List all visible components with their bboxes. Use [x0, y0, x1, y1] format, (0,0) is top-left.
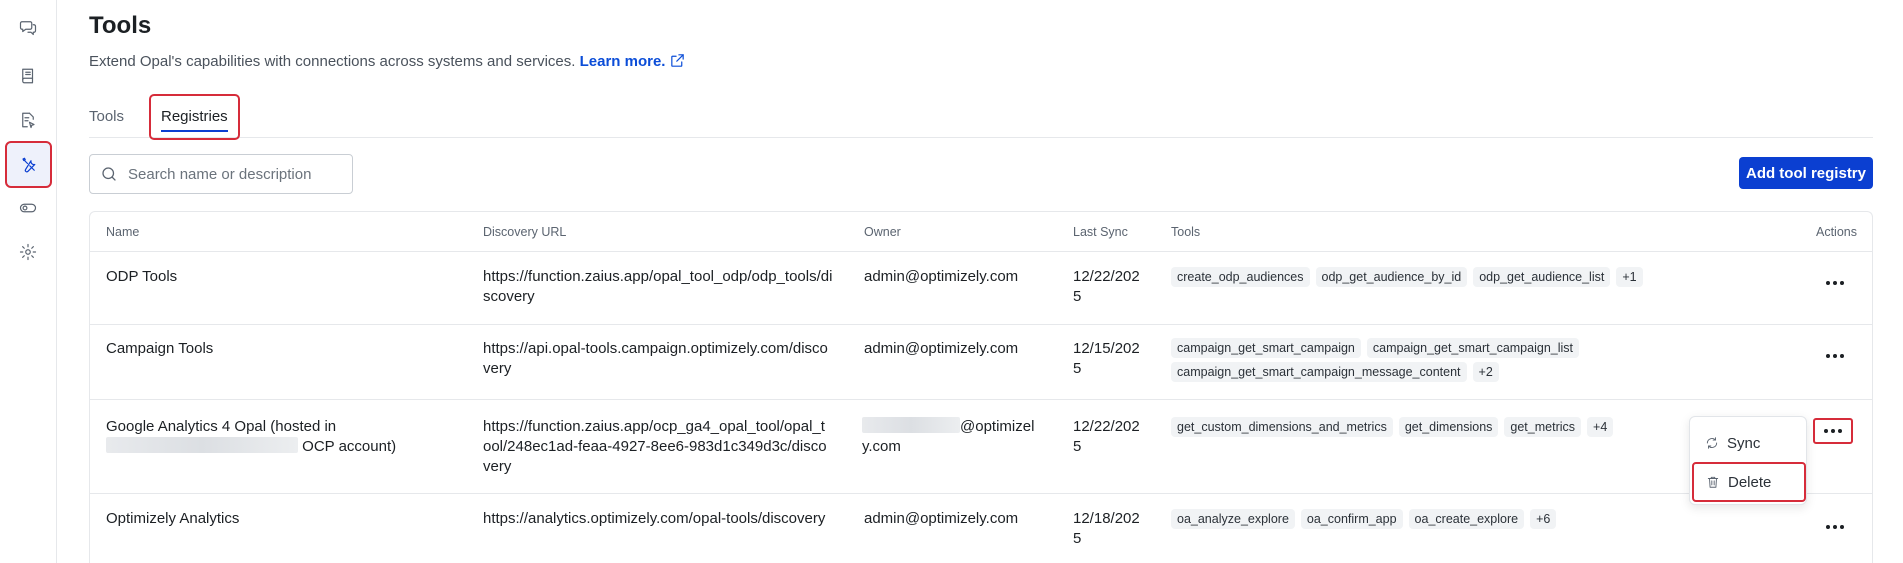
tool-chip: campaign_get_smart_campaign_message_cont…	[1171, 362, 1467, 382]
row-name: ODP Tools	[106, 268, 178, 285]
rail-item-settings[interactable]	[10, 235, 46, 269]
tab-registries-label: Registries	[161, 108, 228, 125]
menu-item-delete[interactable]: Delete	[1692, 462, 1806, 502]
row-tools: get_custom_dimensions_and_metrics get_di…	[1171, 417, 1671, 437]
add-tool-registry-button[interactable]: Add tool registry	[1739, 157, 1873, 189]
header-tools: Tools	[1171, 225, 1201, 239]
tab-bar: Tools Registries	[89, 94, 1873, 140]
tool-chip: create_odp_audiences	[1171, 267, 1310, 287]
header-last-sync: Last Sync	[1073, 225, 1128, 239]
row-name: Campaign Tools	[106, 340, 214, 357]
registries-table: Name Discovery URL Owner Last Sync Tools…	[89, 211, 1873, 563]
learn-more-link[interactable]: Learn more.	[580, 53, 687, 70]
row-owner: admin@optimizely.com	[864, 340, 1019, 357]
row-actions-button[interactable]	[1818, 514, 1852, 540]
table-row: Google Analytics 4 Opal (hosted in OCP a…	[90, 400, 1872, 494]
page-title: Tools	[89, 12, 152, 39]
table-row: ODP Tools https://function.zaius.app/opa…	[90, 252, 1872, 325]
row-owner: admin@optimizely.com	[864, 510, 1019, 527]
tool-chip: get_metrics	[1504, 417, 1582, 437]
page-description-text: Extend Opal's capabilities with connecti…	[89, 53, 576, 70]
rail-item-library[interactable]	[10, 59, 46, 93]
rail-item-instructions[interactable]	[10, 103, 46, 137]
book-icon	[22, 68, 34, 84]
row-discovery-url: https://function.zaius.app/ocp_ga4_opal_…	[483, 418, 827, 475]
tool-chip: campaign_get_smart_campaign_list	[1366, 338, 1580, 358]
row-last-sync: 12/18/2025	[1073, 510, 1140, 547]
tool-chip: get_custom_dimensions_and_metrics	[1171, 417, 1393, 437]
row-actions-menu: Sync Delete	[1689, 416, 1807, 505]
row-tools: campaign_get_smart_campaign campaign_get…	[1171, 338, 1671, 382]
menu-item-sync[interactable]: Sync	[1695, 425, 1803, 461]
tool-chip: odp_get_audience_list	[1473, 267, 1611, 287]
more-tools-chip: +2	[1472, 362, 1499, 382]
row-actions-button[interactable]	[1818, 270, 1852, 296]
redacted-text	[862, 417, 960, 433]
tools-icon	[21, 157, 35, 172]
row-name: Google Analytics 4 Opal (hosted in OCP a…	[106, 417, 476, 457]
more-horizontal-icon	[1826, 281, 1844, 285]
tool-chip: oa_confirm_app	[1300, 509, 1403, 529]
menu-item-sync-label: Sync	[1727, 434, 1761, 452]
table-header: Name Discovery URL Owner Last Sync Tools…	[90, 212, 1872, 252]
row-actions-button[interactable]	[1818, 343, 1852, 369]
row-owner: @optimizely.com	[862, 417, 1042, 457]
row-name-suffix: OCP account)	[302, 438, 397, 455]
row-tools: oa_analyze_explore oa_confirm_app oa_cre…	[1171, 509, 1671, 529]
rail-item-toggles[interactable]	[10, 191, 46, 225]
header-name: Name	[106, 225, 140, 239]
row-last-sync: 12/22/2025	[1073, 418, 1140, 455]
toggle-icon	[19, 203, 37, 213]
search-box	[89, 154, 353, 194]
sync-icon	[1706, 437, 1718, 449]
tab-registries[interactable]: Registries	[149, 94, 240, 140]
menu-item-delete-label: Delete	[1728, 473, 1772, 491]
more-horizontal-icon	[1824, 429, 1842, 433]
main-content: Tools Extend Opal's capabilities with co…	[89, 0, 1873, 563]
external-link-icon	[669, 52, 686, 73]
row-discovery-url: https://analytics.optimizely.com/opal-to…	[483, 510, 826, 527]
tool-chip: oa_analyze_explore	[1171, 509, 1295, 529]
table-row: Optimizely Analytics https://analytics.o…	[90, 494, 1872, 563]
row-discovery-url: https://api.opal-tools.campaign.optimize…	[483, 340, 828, 377]
tab-tools[interactable]: Tools	[89, 96, 124, 138]
header-owner: Owner	[864, 225, 901, 239]
rail-item-tools[interactable]	[5, 141, 52, 188]
trash-icon	[1707, 476, 1719, 488]
search-input[interactable]	[128, 165, 328, 183]
row-owner: admin@optimizely.com	[864, 268, 1019, 285]
gear-icon	[19, 243, 37, 261]
more-tools-chip: +4	[1587, 417, 1614, 437]
more-tools-chip: +6	[1530, 509, 1557, 529]
chat-icon	[19, 21, 37, 36]
left-rail	[0, 0, 57, 563]
more-tools-chip: +1	[1616, 267, 1643, 287]
row-actions-button[interactable]	[1813, 418, 1853, 444]
header-discovery-url: Discovery URL	[483, 225, 567, 239]
row-last-sync: 12/22/2025	[1073, 268, 1140, 305]
more-horizontal-icon	[1826, 354, 1844, 358]
tool-chip: campaign_get_smart_campaign	[1171, 338, 1361, 358]
page-description: Extend Opal's capabilities with connecti…	[89, 52, 686, 73]
row-tools: create_odp_audiences odp_get_audience_by…	[1171, 267, 1671, 287]
more-horizontal-icon	[1826, 525, 1844, 529]
row-name-prefix: Google Analytics 4 Opal (hosted in	[106, 418, 337, 435]
learn-more-label: Learn more.	[579, 53, 666, 70]
active-tab-indicator	[161, 130, 228, 132]
tool-chip: oa_create_explore	[1408, 509, 1525, 529]
redacted-text	[106, 437, 298, 453]
row-discovery-url: https://function.zaius.app/opal_tool_odp…	[483, 268, 833, 305]
document-edit-icon	[22, 112, 35, 129]
row-name: Optimizely Analytics	[106, 510, 240, 527]
header-actions: Actions	[1816, 225, 1857, 239]
tool-chip: get_dimensions	[1398, 417, 1499, 437]
tool-chip: odp_get_audience_by_id	[1315, 267, 1468, 287]
rail-item-chat[interactable]	[10, 10, 46, 44]
row-last-sync: 12/15/2025	[1073, 340, 1140, 377]
table-row: Campaign Tools https://api.opal-tools.ca…	[90, 325, 1872, 400]
search-icon	[102, 167, 116, 181]
